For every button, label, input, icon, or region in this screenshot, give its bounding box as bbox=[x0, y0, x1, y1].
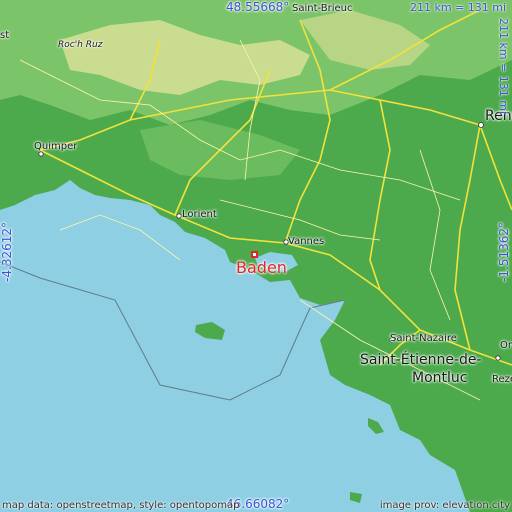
place-label-lorient: Lorient bbox=[182, 209, 217, 220]
place-label-saint-etienne-line1: Saint-Étienne-de- bbox=[360, 352, 482, 368]
map-credit: map data: openstreetmap, style: opentopo… bbox=[2, 500, 240, 511]
image-credit: image prov: elevation.city bbox=[379, 500, 510, 511]
city-label: Baden bbox=[236, 258, 287, 277]
city-marker bbox=[251, 251, 258, 258]
scale-label-top: 211 km = 131 mi bbox=[410, 1, 507, 14]
longitude-west-label: -4.32612° bbox=[0, 222, 14, 282]
scale-label-right: 211 km = 131 mi bbox=[497, 18, 510, 115]
place-label-roch-ruz: Roc'h Ruz bbox=[58, 40, 103, 50]
place-label-saint-brieuc: Saint-Brieuc bbox=[292, 3, 353, 14]
longitude-east-label: -1.51362° bbox=[497, 222, 511, 282]
place-label-quimper: Quimper bbox=[34, 141, 78, 152]
place-label-saint-nazaire: Saint-Nazaire bbox=[390, 333, 457, 344]
place-label-orv: Orv bbox=[500, 340, 512, 351]
place-label-saint-etienne-line2: Montluc bbox=[412, 370, 468, 386]
latitude-north-label: 48.55668° bbox=[226, 0, 290, 14]
place-label-west-cut: st bbox=[0, 30, 10, 41]
place-label-vannes: Vannes bbox=[288, 236, 325, 247]
place-label-reze: Rezé bbox=[492, 374, 512, 385]
